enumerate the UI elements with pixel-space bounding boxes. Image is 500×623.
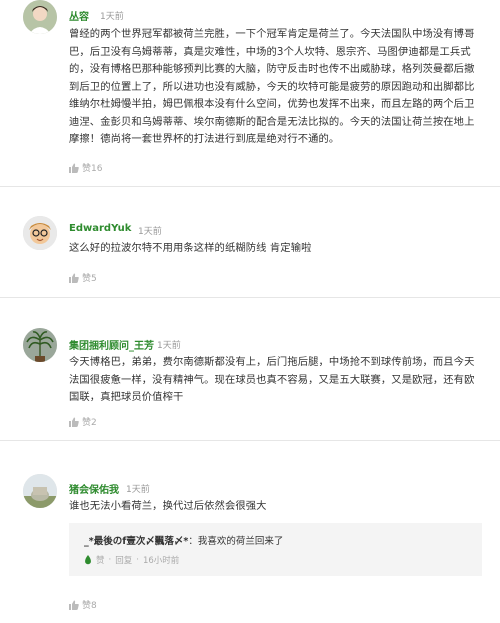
- avatar-icon: [23, 328, 57, 362]
- comment-text: 这么好的拉波尔特不用用条这样的纸糊防线 肯定输啦: [69, 242, 312, 254]
- reply-time: 16小时前: [142, 556, 180, 566]
- separator-dot: ·: [136, 555, 139, 565]
- like-button[interactable]: 赞16: [69, 161, 102, 174]
- reply-line: _*最後のf壹次〆飄落〆*：我喜欢的荷兰回来了: [84, 533, 283, 547]
- reply-username[interactable]: _*最後のf壹次〆飄落〆*: [84, 536, 188, 547]
- avatar[interactable]: [23, 216, 57, 250]
- comment-item: EdwardYuk 1天前 这么好的拉波尔特不用用条这样的纸糊防线 肯定输啦 赞…: [0, 187, 500, 298]
- reply-text: ：我喜欢的荷兰回来了: [188, 536, 284, 547]
- reply-meta: 赞 · 回复 · 16小时前: [84, 554, 179, 566]
- reply-box: _*最後のf壹次〆飄落〆*：我喜欢的荷兰回来了 赞 · 回复 · 16小时前: [69, 523, 482, 576]
- like-count: 赞2: [82, 418, 97, 428]
- thumbs-up-icon: [69, 417, 79, 427]
- comment-time: 1天前: [126, 485, 150, 495]
- comment-item: 猪会保佑我 1天前 谁也无法小看荷兰，换代过后依然会很强大 _*最後のf壹次〆飄…: [0, 441, 500, 623]
- like-button[interactable]: 赞8: [69, 598, 97, 611]
- avatar[interactable]: [23, 0, 57, 34]
- avatar-icon: [23, 474, 57, 508]
- thumbs-up-icon: [69, 600, 79, 610]
- like-count: 赞16: [82, 164, 103, 174]
- comment-time: 1天前: [138, 227, 162, 237]
- comment-feed: 丛容 1天前 曾经的两个世界冠军都被荷兰完胜，一下个冠军肯定是荷兰了。今天法国队…: [0, 0, 500, 623]
- leaf-drop-icon: [85, 555, 91, 565]
- like-button[interactable]: 赞2: [69, 415, 97, 428]
- comment-item: 集团捆利顾问_王芳 1天前 今天博格巴，弟弟，费尔南德斯都没有上，后门拖后腿，中…: [0, 298, 500, 441]
- like-count: 赞8: [82, 601, 97, 611]
- avatar[interactable]: [23, 328, 57, 362]
- reply-like-button[interactable]: 赞: [96, 554, 105, 566]
- comment-text: 今天博格巴，弟弟，费尔南德斯都没有上，后门拖后腿，中场抢不到球传前场，而且今天法…: [69, 356, 475, 403]
- comment-username[interactable]: 丛容: [69, 8, 89, 23]
- comment-username[interactable]: 集团捆利顾问_王芳: [69, 337, 154, 352]
- avatar-icon: [23, 0, 57, 34]
- reply-action-button[interactable]: 回复: [115, 554, 132, 566]
- comment-time: 1天前: [100, 12, 124, 22]
- separator-dot: ·: [108, 555, 112, 565]
- avatar[interactable]: [23, 474, 57, 508]
- comment-username[interactable]: 猪会保佑我: [69, 481, 119, 496]
- avatar-icon: [23, 216, 57, 250]
- thumbs-up-icon: [69, 273, 79, 283]
- comment-text: 谁也无法小看荷兰，换代过后依然会很强大: [69, 500, 267, 512]
- thumbs-up-icon: [69, 163, 79, 173]
- like-count: 赞5: [82, 274, 97, 284]
- comment-text: 曾经的两个世界冠军都被荷兰完胜，一下个冠军肯定是荷兰了。今天法国队中场没有博哥巴…: [69, 28, 475, 145]
- comment-item: 丛容 1天前 曾经的两个世界冠军都被荷兰完胜，一下个冠军肯定是荷兰了。今天法国队…: [0, 0, 500, 187]
- comment-time: 1天前: [157, 341, 181, 351]
- comment-username[interactable]: EdwardYuk: [69, 223, 131, 234]
- like-button[interactable]: 赞5: [69, 271, 97, 284]
